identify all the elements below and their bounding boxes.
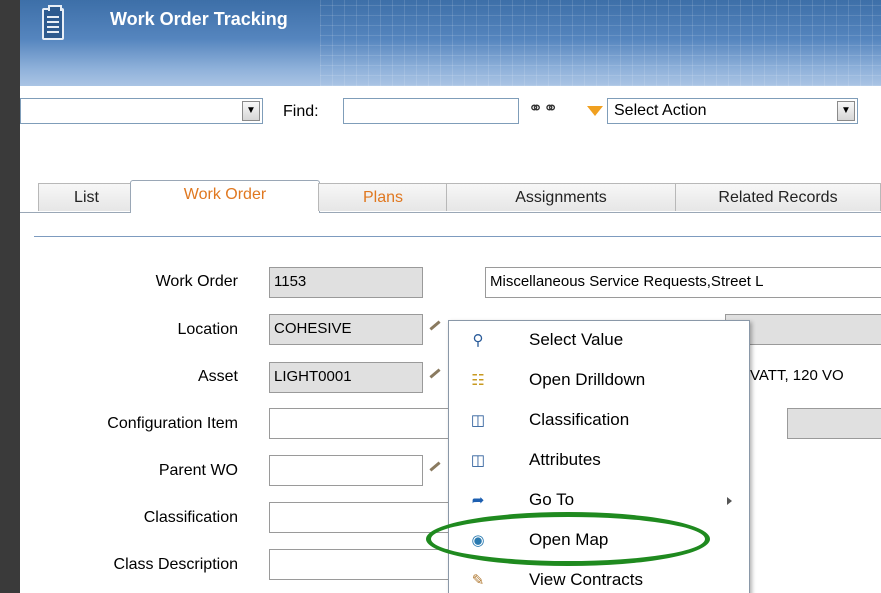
query-select[interactable]: ▼: [20, 98, 263, 124]
magnifier-icon: ⚲: [472, 332, 484, 349]
work-order-label: Work Order: [155, 273, 238, 290]
select-action-label: Select Action: [614, 102, 707, 119]
menu-item-label: Classification: [529, 410, 630, 429]
submenu-arrow-icon: [727, 497, 732, 505]
classification-label: Classification: [143, 509, 238, 526]
hierarchy-icon: ☷: [471, 372, 485, 389]
lookup-arrow-icon[interactable]: [427, 368, 441, 378]
location-label: Location: [177, 321, 239, 338]
chevron-down-icon[interactable]: ▼: [837, 101, 855, 121]
select-action-dropdown[interactable]: Select Action ▼: [607, 98, 858, 124]
work-order-description-field[interactable]: Miscellaneous Service Requests,Street L: [485, 267, 881, 298]
menu-item-label: View Contracts: [529, 570, 644, 589]
menu-item-classification[interactable]: ◫ Classification: [449, 401, 749, 441]
clipboard-icon: [42, 5, 64, 40]
asset-field[interactable]: LIGHT0001: [269, 362, 423, 393]
orange-triangle-icon[interactable]: [587, 106, 603, 116]
parent-wo-field[interactable]: [269, 455, 423, 486]
configuration-item-description-field[interactable]: [787, 408, 881, 439]
book-icon: ◫: [470, 452, 486, 469]
menu-item-open-drilldown[interactable]: ☷ Open Drilldown: [449, 361, 749, 401]
menu-item-attributes[interactable]: ◫ Attributes: [449, 441, 749, 481]
tab-assignments[interactable]: Assignments: [446, 183, 676, 211]
toolbar: ▼ Find: ⚭⚭ Select Action ▼: [20, 86, 881, 150]
menu-item-select-value[interactable]: ⚲ Select Value: [449, 321, 749, 361]
configuration-item-field[interactable]: [269, 408, 449, 439]
menu-item-label: Go To: [529, 490, 575, 509]
book-icon: ◫: [470, 412, 486, 429]
contract-icon: ✎: [471, 572, 485, 589]
tab-work-order[interactable]: Work Order: [130, 180, 320, 213]
page-title: Work Order Tracking: [110, 9, 288, 29]
class-description-label: Class Description: [113, 556, 238, 573]
tab-related-records[interactable]: Related Records: [675, 183, 881, 211]
tab-list[interactable]: List: [38, 183, 135, 211]
lookup-arrow-icon[interactable]: [427, 461, 441, 471]
section-divider: [34, 236, 881, 237]
configuration-item-label: Configuration Item: [107, 415, 238, 432]
lookup-arrow-icon[interactable]: [427, 320, 441, 330]
tab-plans[interactable]: Plans: [318, 183, 448, 211]
asset-label: Asset: [197, 368, 238, 385]
find-label: Find:: [283, 103, 319, 120]
menu-item-view-contracts[interactable]: ✎ View Contracts: [449, 561, 749, 593]
classification-field[interactable]: [269, 502, 449, 533]
app-header: Work Order Tracking: [20, 0, 881, 86]
app-window: Work Order Tracking ▼ Find: ⚭⚭ Select Ac…: [20, 0, 881, 593]
arrow-icon: ➦: [471, 492, 485, 509]
menu-item-label: Select Value: [529, 330, 624, 349]
class-description-field[interactable]: [269, 549, 449, 580]
menu-item-label: Attributes: [529, 450, 601, 469]
menu-item-label: Open Drilldown: [529, 370, 646, 389]
chevron-down-icon[interactable]: ▼: [242, 101, 260, 121]
tab-bar: List Work Order Plans Assignments Relate…: [20, 180, 881, 213]
find-input[interactable]: [343, 98, 519, 124]
binoculars-icon[interactable]: ⚭⚭: [528, 98, 558, 119]
parent-wo-label: Parent WO: [158, 462, 238, 479]
work-order-field[interactable]: 1153: [269, 267, 423, 298]
location-field[interactable]: COHESIVE: [269, 314, 423, 345]
header-pattern: [320, 0, 881, 86]
open-map-highlight-ring: [426, 512, 710, 566]
